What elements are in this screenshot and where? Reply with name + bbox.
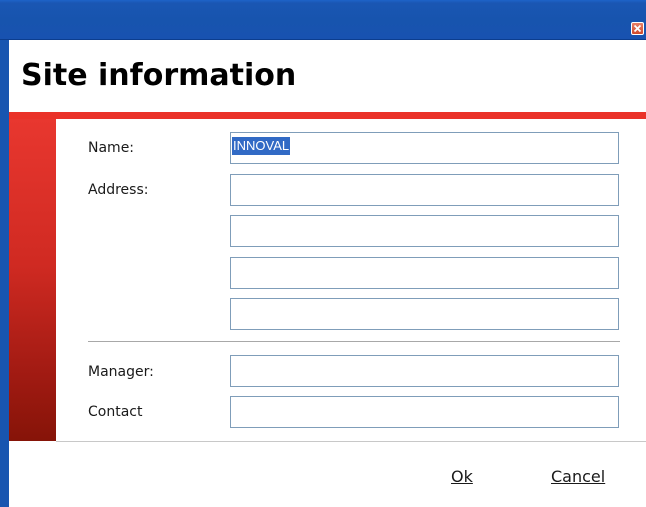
accent-bar [9, 112, 646, 119]
address-line-4-field[interactable] [230, 298, 619, 330]
page-title: Site information [21, 58, 297, 93]
name-label: Name: [88, 140, 135, 156]
form-divider [88, 341, 620, 342]
manager-field[interactable] [230, 355, 619, 387]
window-titlebar[interactable] [0, 0, 646, 40]
address-label: Address: [88, 182, 149, 198]
close-icon [633, 24, 642, 33]
dialog-header: Site information [9, 40, 646, 112]
contact-label: Contact [88, 404, 143, 420]
address-line-1-field[interactable] [230, 174, 619, 206]
address-line-2-field[interactable] [230, 215, 619, 247]
contact-field[interactable] [230, 396, 619, 428]
close-button[interactable] [631, 22, 644, 35]
window-left-border [0, 40, 9, 507]
side-accent-strip [9, 119, 56, 441]
manager-label: Manager: [88, 364, 154, 380]
ok-button[interactable]: Ok [451, 467, 473, 486]
address-line-3-field[interactable] [230, 257, 619, 289]
cancel-button[interactable]: Cancel [551, 467, 605, 486]
name-field-value[interactable]: INNOVAL [232, 137, 291, 155]
